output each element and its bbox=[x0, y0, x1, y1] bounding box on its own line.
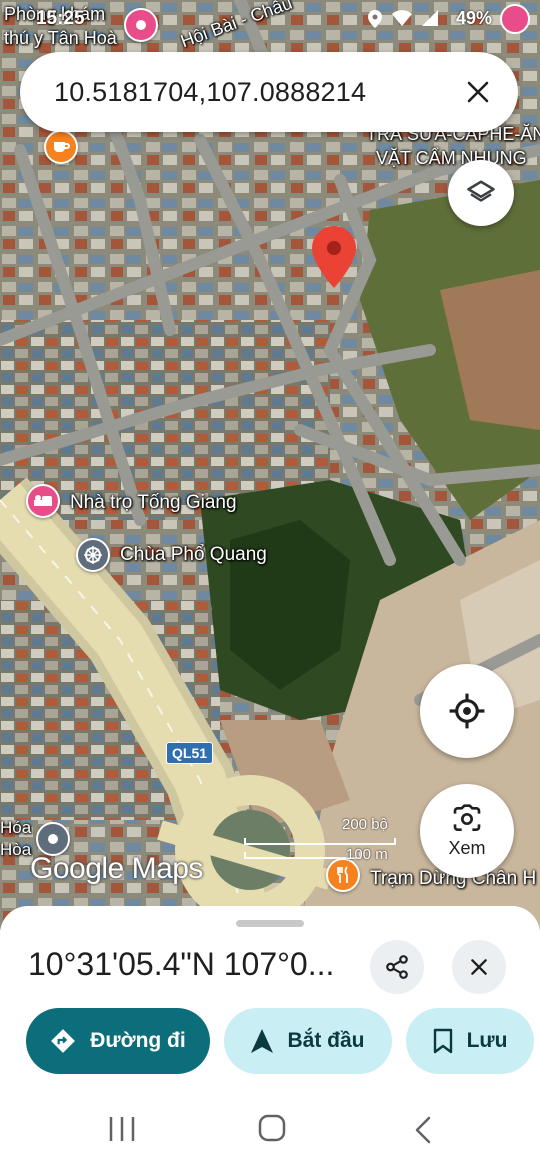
temple-icon[interactable] bbox=[76, 538, 110, 572]
poi-left-icon[interactable] bbox=[36, 822, 70, 856]
poi-label-milk-tea-2[interactable]: VẶT CẨM NHUNG bbox=[376, 148, 527, 169]
back-button[interactable] bbox=[414, 1116, 432, 1149]
system-nav-bar bbox=[0, 1090, 540, 1170]
my-location-button[interactable] bbox=[420, 664, 514, 758]
my-location-icon bbox=[449, 693, 485, 729]
share-icon bbox=[386, 955, 408, 979]
start-label: Bắt đầu bbox=[287, 1029, 365, 1052]
battery-level: 49% bbox=[455, 8, 492, 28]
recent-apps-icon bbox=[109, 1117, 135, 1141]
restaurant-icon[interactable] bbox=[326, 858, 360, 892]
hotel-icon[interactable] bbox=[26, 484, 60, 518]
home-button[interactable] bbox=[258, 1114, 286, 1147]
clear-search-button[interactable] bbox=[458, 72, 498, 112]
layers-button[interactable] bbox=[448, 160, 514, 226]
poi-label-temple[interactable]: Chùa Phổ Quang bbox=[120, 544, 267, 566]
save-label: Lưu bbox=[466, 1029, 508, 1052]
layers-icon bbox=[467, 180, 495, 202]
sheet-drag-handle[interactable] bbox=[236, 920, 304, 927]
highway-badge: QL51 bbox=[166, 742, 214, 764]
directions-button[interactable]: Đường đi bbox=[26, 1008, 210, 1074]
lens-label: Xem bbox=[448, 837, 486, 858]
location-pin-icon bbox=[312, 226, 356, 293]
bookmark-icon bbox=[433, 1028, 452, 1054]
poi-label-hotel[interactable]: Nhà trọ Tống Giang bbox=[70, 492, 237, 514]
search-bar[interactable]: 10.5181704,107.0888214 bbox=[20, 52, 518, 132]
coordinates-title: 10°31'05.4"N 107°0... bbox=[28, 946, 335, 982]
location-status-icon bbox=[368, 10, 382, 28]
share-button[interactable] bbox=[370, 940, 424, 994]
close-icon bbox=[471, 959, 487, 975]
lens-button[interactable]: Xem bbox=[420, 784, 514, 878]
status-time: 15:25 bbox=[36, 8, 85, 29]
scale-feet: 200 bộ bbox=[342, 816, 388, 833]
map-view[interactable]: Phòng khám thú y Tân Hoà Hội Bài - Châu … bbox=[0, 0, 540, 930]
recent-apps-button[interactable] bbox=[108, 1116, 136, 1147]
directions-icon bbox=[51, 1029, 76, 1053]
poi-label-left-1[interactable]: Hóa bbox=[0, 818, 31, 838]
start-navigation-button[interactable]: Bắt đầu bbox=[224, 1008, 392, 1074]
search-input[interactable]: 10.5181704,107.0888214 bbox=[54, 77, 458, 108]
status-bar: 15:25 49% bbox=[0, 0, 540, 38]
scale-meters: 100 m bbox=[346, 846, 388, 863]
save-button[interactable]: Lưu bbox=[406, 1008, 534, 1074]
lens-icon bbox=[453, 803, 481, 831]
google-maps-logo: Google Maps bbox=[30, 852, 203, 885]
close-sheet-button[interactable] bbox=[452, 940, 506, 994]
directions-label: Đường đi bbox=[90, 1029, 186, 1052]
cafe-icon[interactable] bbox=[44, 130, 78, 164]
status-icons bbox=[368, 10, 438, 28]
navigation-icon bbox=[251, 1029, 274, 1053]
poi-label-left-2[interactable]: Hòa bbox=[0, 840, 31, 860]
wifi-icon bbox=[392, 10, 412, 26]
home-icon bbox=[258, 1114, 286, 1142]
close-icon bbox=[467, 81, 489, 103]
back-icon bbox=[415, 1116, 431, 1144]
avatar[interactable] bbox=[500, 4, 530, 34]
signal-icon bbox=[422, 10, 438, 26]
